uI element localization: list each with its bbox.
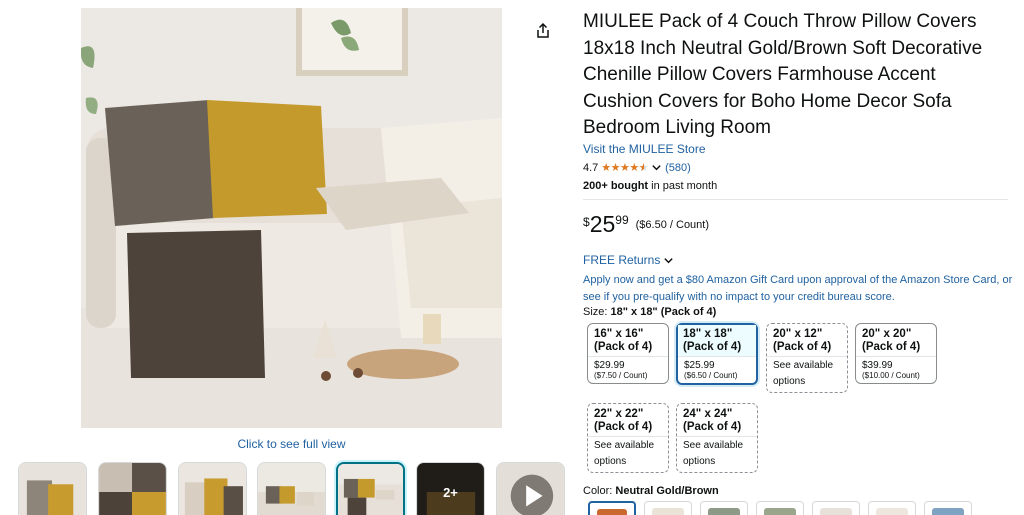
- see-available-options: See available options: [773, 360, 834, 387]
- color-label-prefix: Color:: [583, 485, 616, 497]
- size-option-unit-price: ($7.50 / Count): [594, 371, 648, 380]
- size-option-name: 20" x 20" (Pack of 4): [856, 324, 936, 357]
- size-label: Size: 18" x 18" (Pack of 4): [583, 306, 716, 318]
- thumbnail-2[interactable]: [98, 462, 167, 515]
- price: $ 25 99 ($6.50 / Count): [583, 211, 709, 237]
- swatch-fill: [876, 508, 908, 515]
- color-swatch-5[interactable]: [812, 501, 860, 515]
- thumbnail-image: [338, 464, 403, 515]
- thumbnail-image: [258, 463, 325, 515]
- size-option-line2: (Pack of 4): [683, 341, 742, 353]
- size-option-line1: 20" x 12": [773, 328, 823, 340]
- price-whole: 25: [589, 211, 616, 237]
- color-swatch-2[interactable]: [644, 501, 692, 515]
- price-fraction: 99: [615, 213, 629, 227]
- size-option-unit-price: ($6.50 / Count): [684, 371, 738, 380]
- price-symbol: $: [583, 215, 590, 229]
- size-option-16x16[interactable]: 16" x 16" (Pack of 4) $29.99 ($7.50 / Cou…: [587, 323, 669, 384]
- size-option-line1: 24" x 24": [683, 408, 733, 420]
- color-swatch-7[interactable]: [924, 501, 972, 515]
- share-icon[interactable]: [534, 22, 552, 40]
- size-option-22x22[interactable]: 22" x 22" (Pack of 4) See available optio…: [587, 403, 669, 473]
- size-option-line2: (Pack of 4): [862, 341, 921, 353]
- size-option-name: 24" x 24" (Pack of 4): [677, 404, 757, 437]
- thumbnail-3[interactable]: [178, 462, 247, 515]
- bought-in-past-month: 200+ bought in past month: [583, 180, 717, 192]
- rating-value: 4.7: [583, 161, 599, 174]
- size-option-line1: 18" x 18": [683, 328, 733, 340]
- color-selected-value: Neutral Gold/Brown: [615, 485, 719, 497]
- swatch-fill: [932, 508, 964, 515]
- rating-row: 4.7 ★★★★★ ★ (580): [583, 161, 691, 175]
- size-option-line1: 20" x 20": [862, 328, 912, 340]
- size-label-prefix: Size:: [583, 306, 611, 318]
- swatch-fill: [764, 508, 796, 515]
- thumbnail-6-more[interactable]: 2+: [416, 462, 485, 515]
- chevron-down-icon: [664, 257, 674, 263]
- main-product-image[interactable]: [81, 8, 502, 428]
- swatch-fill: [652, 508, 684, 515]
- price-per-unit: ($6.50 / Count): [635, 219, 710, 231]
- pillow-sofa-photo: [81, 8, 502, 428]
- free-returns-link[interactable]: FREE Returns: [583, 253, 674, 267]
- size-option-line2: (Pack of 4): [594, 421, 653, 433]
- chevron-down-icon[interactable]: [651, 162, 662, 173]
- product-title: MIULEE Pack of 4 Couch Throw Pillow Cove…: [583, 11, 983, 138]
- size-option-name: 18" x 18" (Pack of 4): [678, 325, 756, 357]
- color-swatch-4[interactable]: [756, 501, 804, 515]
- size-option-line1: 22" x 22": [594, 408, 644, 420]
- thumbnail-image: [179, 463, 246, 515]
- color-swatch-1[interactable]: [588, 501, 636, 515]
- star-rating-icon[interactable]: ★★★★★ ★: [601, 161, 648, 174]
- size-option-20x12[interactable]: 20" x 12" (Pack of 4) See available optio…: [766, 323, 848, 393]
- thumbnail-image: [99, 463, 166, 515]
- free-returns-label: FREE Returns: [583, 253, 661, 267]
- size-option-line2: (Pack of 4): [594, 341, 653, 353]
- size-option-name: 16" x 16" (Pack of 4): [588, 324, 668, 357]
- see-available-options: See available options: [594, 440, 655, 467]
- swatch-fill: [597, 509, 627, 515]
- color-swatch-3[interactable]: [700, 501, 748, 515]
- size-option-24x24[interactable]: 24" x 24" (Pack of 4) See available optio…: [676, 403, 758, 473]
- size-option-price: $29.99: [594, 360, 625, 371]
- size-selected-value: 18" x 18" (Pack of 4): [610, 306, 717, 318]
- ratings-count-link[interactable]: (580): [665, 162, 691, 174]
- size-option-20x20[interactable]: 20" x 20" (Pack of 4) $39.99 ($10.00 / Co…: [855, 323, 937, 384]
- size-option-18x18-selected[interactable]: 18" x 18" (Pack of 4) $25.99 ($6.50 / Cou…: [676, 323, 758, 385]
- color-swatch-6[interactable]: [868, 501, 916, 515]
- store-link[interactable]: Visit the MIULEE Store: [583, 142, 706, 156]
- thumbnail-5-selected[interactable]: [336, 462, 405, 515]
- size-option-line1: 16" x 16": [594, 328, 644, 340]
- thumbnail-video[interactable]: [496, 462, 565, 515]
- size-option-line2: (Pack of 4): [773, 341, 832, 353]
- size-option-line2: (Pack of 4): [683, 421, 742, 433]
- size-option-price: $25.99: [684, 360, 715, 371]
- more-images-badge: 2+: [417, 463, 484, 515]
- click-to-see-full-view-link[interactable]: Click to see full view: [81, 437, 502, 451]
- bought-count: 200+ bought: [583, 180, 649, 192]
- store-card-promo-link[interactable]: Apply now and get a $80 Amazon Gift Card…: [583, 272, 1013, 306]
- thumbnail-image: [19, 463, 86, 515]
- thumbnail-1[interactable]: [18, 462, 87, 515]
- thumbnail-4[interactable]: [257, 462, 326, 515]
- divider: [583, 199, 1008, 200]
- size-option-name: 22" x 22" (Pack of 4): [588, 404, 668, 437]
- see-available-options: See available options: [683, 440, 744, 467]
- swatch-fill: [820, 508, 852, 515]
- swatch-fill: [708, 508, 740, 515]
- play-icon: [497, 463, 564, 515]
- size-option-unit-price: ($10.00 / Count): [862, 371, 920, 380]
- color-label: Color: Neutral Gold/Brown: [583, 485, 719, 497]
- size-option-name: 20" x 12" (Pack of 4): [767, 324, 847, 357]
- size-option-price: $39.99: [862, 360, 893, 371]
- bought-period: in past month: [648, 180, 718, 192]
